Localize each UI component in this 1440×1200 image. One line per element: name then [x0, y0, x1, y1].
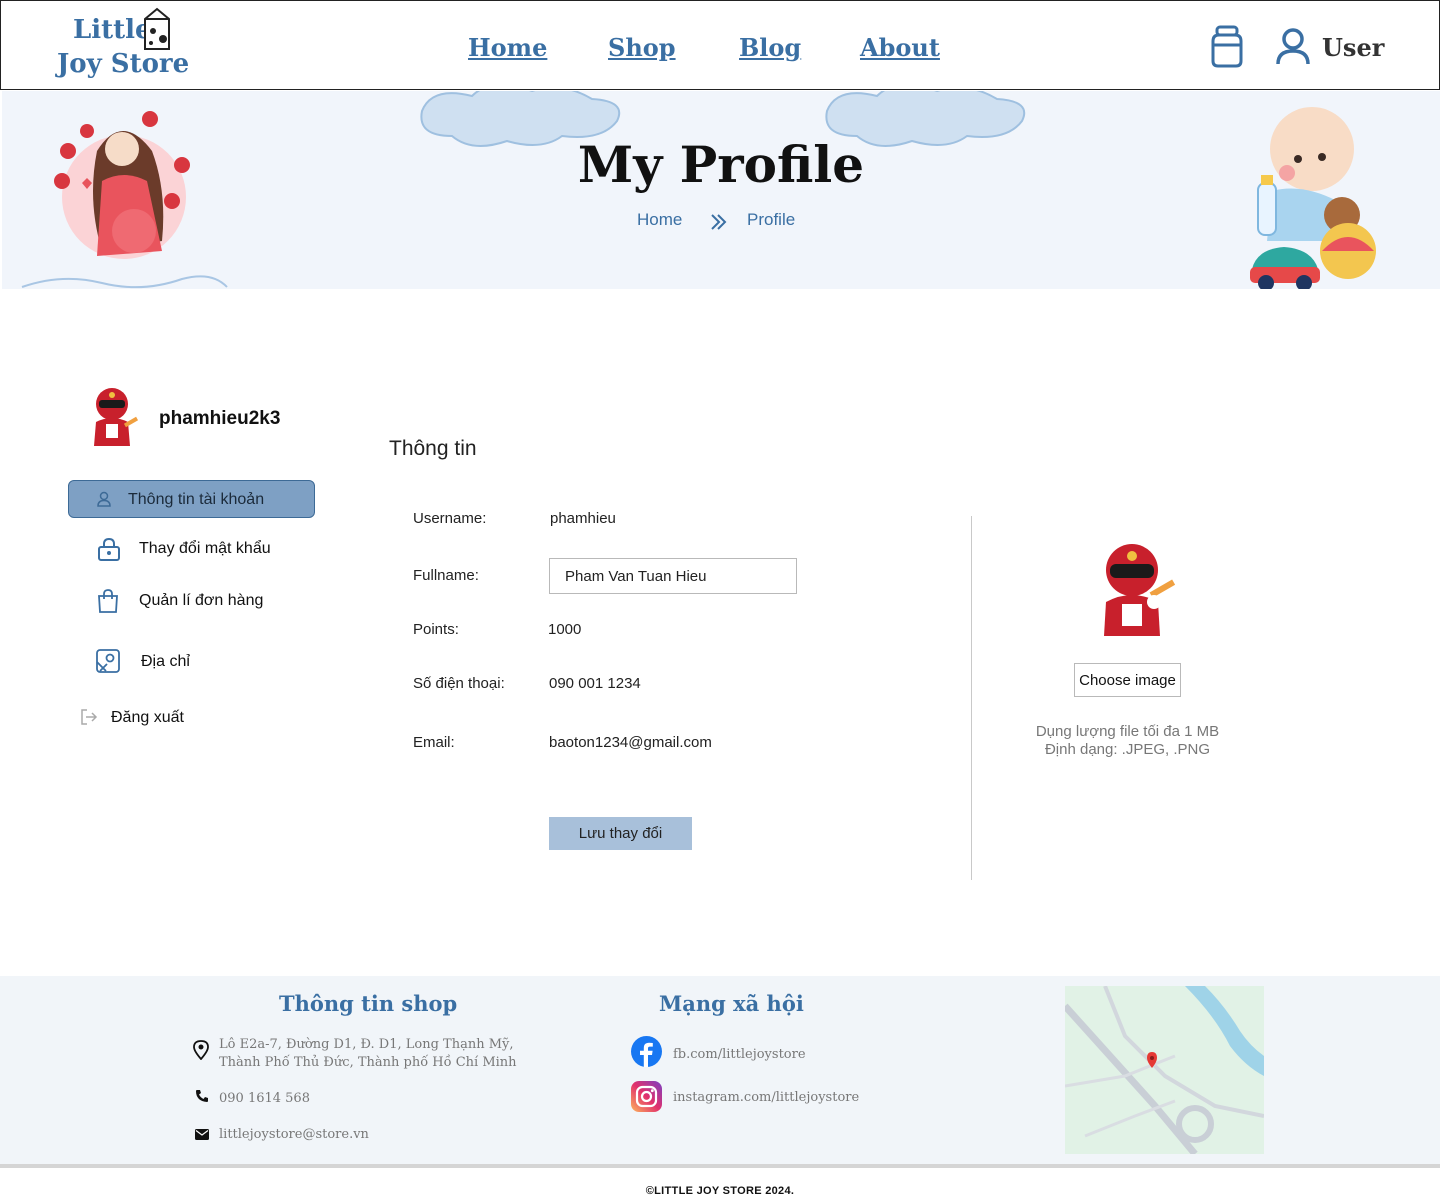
- lock-icon: [98, 537, 120, 561]
- username-label: Username:: [413, 510, 487, 527]
- cart-icon[interactable]: [1207, 23, 1247, 69]
- instagram-icon[interactable]: [631, 1081, 662, 1112]
- double-chevron-right-icon: [711, 214, 727, 230]
- logo-text-joy-store: Joy Store: [57, 49, 190, 79]
- phone-label: Số điện thoại:: [413, 675, 505, 692]
- sidebar-item-account-info-label[interactable]: Thông tin tài khoản: [128, 491, 264, 509]
- nav-about-link[interactable]: About: [860, 33, 940, 62]
- section-title: Thông tin: [389, 437, 477, 460]
- sidebar-item-address[interactable]: Địa chỉ: [141, 653, 190, 671]
- mail-icon: [195, 1129, 209, 1140]
- map-illustration: [1065, 986, 1264, 1154]
- fullname-input[interactable]: [549, 558, 797, 594]
- email-label: Email:: [413, 734, 455, 751]
- email-value: baoton1234@gmail.com: [549, 734, 712, 751]
- sidebar-item-order-management[interactable]: Quản lí đơn hàng: [139, 592, 263, 610]
- facebook-icon[interactable]: [631, 1036, 662, 1067]
- fullname-label: Fullname:: [413, 567, 479, 584]
- site-header: Little Joy Store Home Shop Blog About Us…: [0, 0, 1440, 90]
- sidebar-item-change-password[interactable]: Thay đổi mật khẩu: [139, 540, 271, 558]
- vertical-divider: [971, 516, 972, 880]
- points-label: Points:: [413, 621, 459, 638]
- page-banner: My Profile Home Profile: [2, 91, 1440, 289]
- user-icon: [97, 491, 111, 507]
- save-changes-button[interactable]: Lưu thay đổi: [549, 817, 692, 850]
- footer-shop-heading: Thông tin shop: [279, 991, 458, 1016]
- user-account-icon[interactable]: [1275, 27, 1311, 65]
- sidebar-item-logout[interactable]: Đăng xuất: [111, 709, 184, 727]
- user-label[interactable]: User: [1322, 33, 1384, 62]
- phone-value: 090 001 1234: [549, 675, 641, 692]
- footer-email: littlejoystore@store.vn: [219, 1127, 369, 1142]
- breadcrumb-current: Profile: [747, 210, 796, 229]
- file-format-hint: Định dạng: .JPEG, .PNG: [1044, 741, 1211, 758]
- profile-avatar-image: [1104, 544, 1176, 636]
- page-title: My Profile: [577, 135, 865, 194]
- nav-shop-link[interactable]: Shop: [608, 33, 676, 62]
- store-location-map[interactable]: [1065, 986, 1264, 1154]
- footer-instagram-link[interactable]: instagram.com/littlejoystore: [673, 1089, 859, 1107]
- nav-home-link[interactable]: Home: [468, 33, 547, 62]
- username-value: phamhieu: [550, 510, 616, 527]
- logout-icon: [81, 709, 98, 725]
- file-size-hint: Dụng lượng file tối đa 1 MB: [1035, 723, 1220, 740]
- logo-text-little: Little: [73, 15, 152, 45]
- nav-blog-link[interactable]: Blog: [739, 33, 801, 62]
- user-avatar[interactable]: [86, 386, 142, 450]
- footer-address-line1: Lô E2a-7, Đường D1, Đ. D1, Long Thạnh Mỹ…: [219, 1037, 514, 1052]
- footer-social-heading: Mạng xã hội: [659, 991, 804, 1016]
- milk-carton-icon: [144, 7, 170, 50]
- footer-facebook-link[interactable]: fb.com/littlejoystore: [673, 1046, 806, 1064]
- copyright-text: ©LITTLE JOY STORE 2024.: [645, 1185, 795, 1197]
- location-pin-icon: [193, 1040, 209, 1060]
- shopping-bag-icon: [98, 589, 118, 613]
- breadcrumb-home-link[interactable]: Home: [637, 210, 682, 230]
- footer-address-line2: Thành Phố Thủ Đức, Thành phố Hồ Chí Minh: [219, 1055, 517, 1070]
- sidebar-username: phamhieu2k3: [159, 408, 281, 429]
- footer-divider: [0, 1164, 1440, 1168]
- store-logo[interactable]: Little Joy Store: [57, 7, 190, 83]
- choose-image-button[interactable]: Choose image: [1074, 663, 1181, 697]
- map-icon: [96, 649, 120, 673]
- points-value: 1000: [548, 621, 582, 638]
- footer-phone: 090 1614 568: [219, 1091, 310, 1106]
- phone-icon: [196, 1090, 208, 1102]
